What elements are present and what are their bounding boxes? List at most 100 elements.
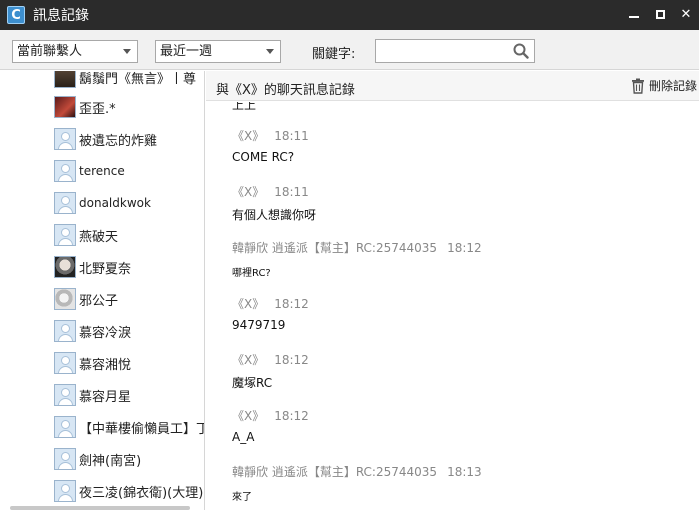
contact-item[interactable]: 邪公子 <box>54 287 118 311</box>
contact-item[interactable]: terence <box>54 159 125 183</box>
message-sender: 韓靜欣 逍遙派【幫主】RC:25744035 <box>232 241 438 255</box>
contact-name: 劍神(南宮) <box>79 453 142 469</box>
message-meta: 《X》 18:12 <box>232 295 309 312</box>
close-button[interactable]: ✕ <box>679 7 693 22</box>
contact-name: 燕破天 <box>79 229 119 245</box>
avatar <box>54 160 76 182</box>
avatar <box>54 288 76 310</box>
chat-title: 與《X》的聊天訊息記錄 <box>216 83 355 98</box>
message-time: 18:12 <box>274 297 309 311</box>
contact-name: 鬍鬚門《無言》丨尊 <box>79 71 197 87</box>
window-controls: ✕ <box>627 7 693 22</box>
avatar <box>54 224 76 246</box>
message-text: 來了 <box>232 492 252 503</box>
avatar <box>54 384 76 406</box>
message-list: 上上 《X》 18:11 COME RC? 《X》 18:11 有個人想識你呀 韓靜… <box>206 102 699 510</box>
message-meta: 韓靜欣 逍遙派【幫主】RC:25744035 18:13 <box>232 463 482 480</box>
contact-name: 慕容月星 <box>79 389 132 405</box>
contact-name: 【中華樓偷懶員工】丁 <box>79 421 205 437</box>
message-text: A_A <box>232 430 255 444</box>
period-value: 最近一週 <box>160 44 213 59</box>
contact-name: 夜三凌(錦衣衛)(大理) <box>79 485 204 501</box>
app-logo-icon: C <box>7 6 25 24</box>
chevron-down-icon <box>266 49 274 54</box>
contact-item[interactable]: 【中華樓偷懶員工】丁 <box>54 415 205 439</box>
contact-name: 慕容湘悅 <box>79 357 132 373</box>
contact-name: donaldkwok <box>79 196 151 210</box>
contact-name: terence <box>79 164 125 178</box>
message-text: COME RC? <box>232 150 295 164</box>
contact-name: 北野夏奈 <box>79 261 132 277</box>
contact-name: 慕容冷淚 <box>79 325 132 341</box>
contact-item[interactable]: 慕容湘悅 <box>54 351 131 375</box>
contact-name: 歪歪.* <box>79 101 116 117</box>
filter-toolbar: 當前聯繫人 最近一週 關鍵字: <box>0 30 699 70</box>
contact-item[interactable]: 慕容月星 <box>54 383 131 407</box>
contact-item[interactable]: 被遺忘的炸雞 <box>54 127 157 151</box>
message-sender: 《X》 <box>232 185 265 199</box>
delete-record-label: 刪除記錄 <box>648 79 697 93</box>
contact-item[interactable]: 夜三凌(錦衣衛)(大理) <box>54 479 203 503</box>
window-title: 訊息記錄 <box>33 8 89 24</box>
contact-item[interactable]: donaldkwok <box>54 191 151 215</box>
minimize-button[interactable] <box>627 7 641 21</box>
sidebar-scrollbar[interactable] <box>10 506 190 510</box>
message-meta: 《X》 18:12 <box>232 407 309 424</box>
message-meta: 《X》 18:12 <box>232 351 309 368</box>
message-time: 18:11 <box>274 129 309 143</box>
message-meta: 《X》 18:11 <box>232 183 309 200</box>
avatar <box>54 480 76 502</box>
message-text: 上上 <box>232 102 257 112</box>
message-text: 9479719 <box>232 318 286 332</box>
contact-item[interactable]: 歪歪.* <box>54 95 116 119</box>
minimize-icon <box>629 16 639 18</box>
avatar <box>54 416 76 438</box>
contact-scope-value: 當前聯繫人 <box>17 44 83 59</box>
avatar <box>54 256 76 278</box>
message-text: 哪裡RC? <box>232 268 271 279</box>
message-sender: 韓靜欣 逍遙派【幫主】RC:25744035 <box>232 465 438 479</box>
message-time: 18:11 <box>274 185 309 199</box>
maximize-button[interactable] <box>653 7 667 21</box>
chevron-down-icon <box>123 49 131 54</box>
chat-history-panel: 與《X》的聊天訊息記錄 刪除記錄 上上 《X》 18:11 COME RC? 《X… <box>206 71 699 510</box>
contact-item[interactable]: 燕破天 <box>54 223 118 247</box>
period-select[interactable]: 最近一週 <box>155 40 281 63</box>
message-time: 18:12 <box>447 241 482 255</box>
contact-item[interactable]: 鬍鬚門《無言》丨尊 <box>54 71 196 89</box>
contact-name: 邪公子 <box>79 293 119 309</box>
message-text: 魔塚RC <box>232 376 273 390</box>
contact-name: 被遺忘的炸雞 <box>79 133 158 149</box>
chat-header: 與《X》的聊天訊息記錄 刪除記錄 <box>206 71 699 101</box>
avatar <box>54 320 76 342</box>
search-icon[interactable] <box>513 43 529 59</box>
keyword-search-box <box>375 39 535 63</box>
maximize-icon <box>655 9 665 19</box>
avatar <box>54 448 76 470</box>
delete-record-button[interactable]: 刪除記錄 <box>631 77 697 94</box>
avatar <box>54 71 76 88</box>
message-sender: 《X》 <box>232 353 265 367</box>
contact-item[interactable]: 北野夏奈 <box>54 255 131 279</box>
message-time: 18:13 <box>447 465 482 479</box>
contact-scope-select[interactable]: 當前聯繫人 <box>12 40 138 63</box>
message-time: 18:12 <box>274 353 309 367</box>
title-bar: C 訊息記錄 ✕ <box>0 0 699 30</box>
contact-item[interactable]: 慕容冷淚 <box>54 319 131 343</box>
keyword-input[interactable] <box>379 40 515 62</box>
avatar <box>54 96 76 118</box>
avatar <box>54 192 76 214</box>
keyword-label: 關鍵字: <box>312 47 356 62</box>
message-time: 18:12 <box>274 409 309 423</box>
avatar <box>54 352 76 374</box>
message-meta: 韓靜欣 逍遙派【幫主】RC:25744035 18:12 <box>232 239 482 256</box>
avatar <box>54 128 76 150</box>
message-sender: 《X》 <box>232 297 265 311</box>
trash-icon <box>631 78 644 94</box>
contact-item[interactable]: 劍神(南宮) <box>54 447 141 471</box>
message-meta: 《X》 18:11 <box>232 127 309 144</box>
message-sender: 《X》 <box>232 409 265 423</box>
contact-list: 鬍鬚門《無言》丨尊 歪歪.* 被遺忘的炸雞 terence donaldkwok… <box>0 71 205 510</box>
message-text: 有個人想識你呀 <box>232 208 317 222</box>
message-sender: 《X》 <box>232 129 265 143</box>
